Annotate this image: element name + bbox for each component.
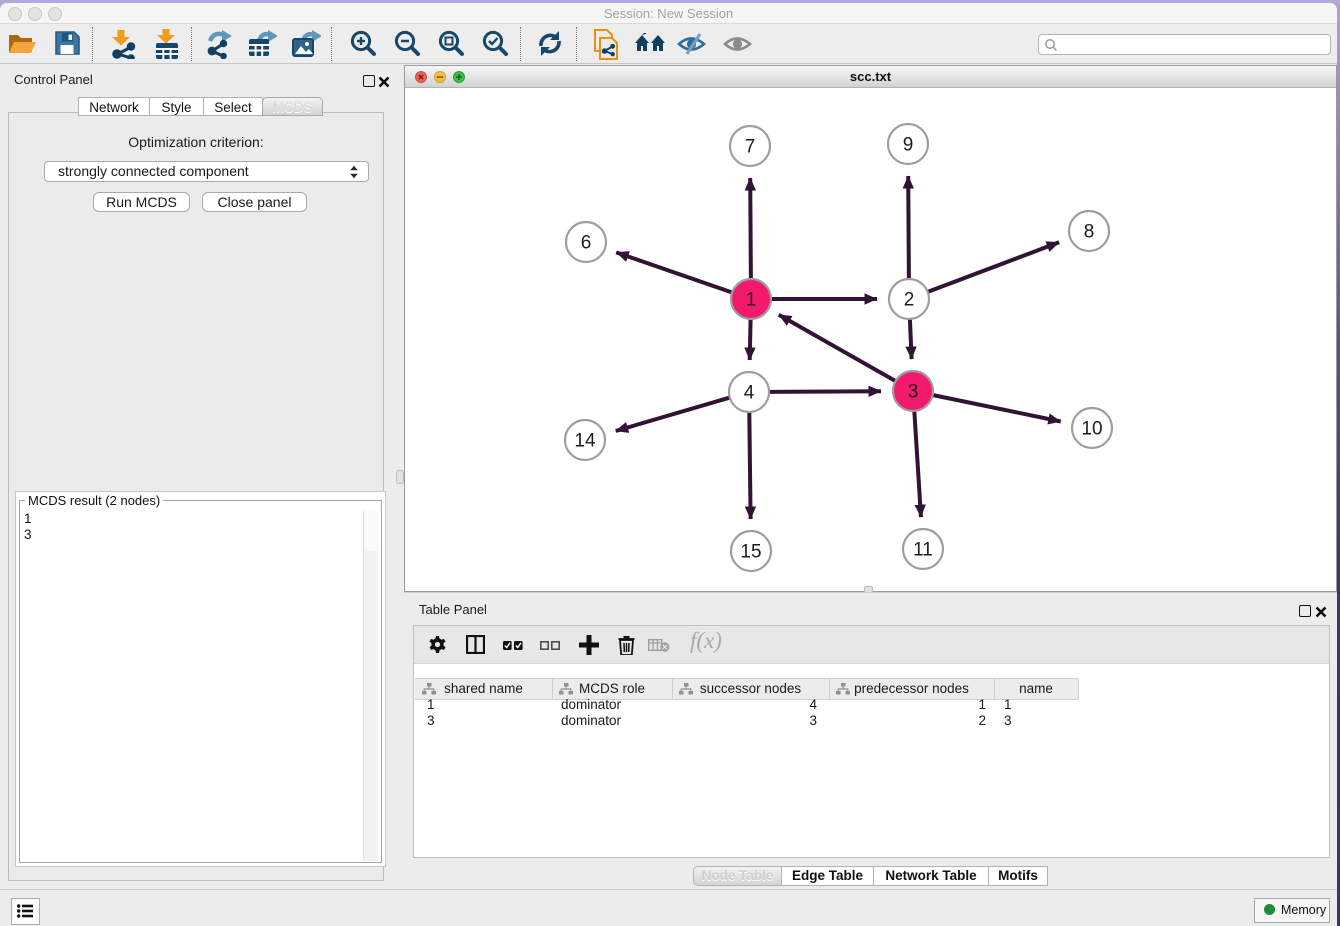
svg-text:7: 7 (745, 137, 756, 158)
svg-text:2: 2 (904, 290, 915, 311)
svg-text:8: 8 (1084, 222, 1095, 243)
svg-text:1: 1 (746, 290, 757, 311)
svg-text:11: 11 (913, 540, 933, 561)
svg-text:9: 9 (903, 135, 914, 156)
svg-text:10: 10 (1081, 419, 1102, 440)
svg-text:14: 14 (574, 431, 596, 452)
svg-text:15: 15 (740, 542, 761, 563)
svg-text:6: 6 (581, 233, 592, 254)
svg-text:3: 3 (908, 382, 919, 403)
svg-text:4: 4 (744, 383, 755, 404)
